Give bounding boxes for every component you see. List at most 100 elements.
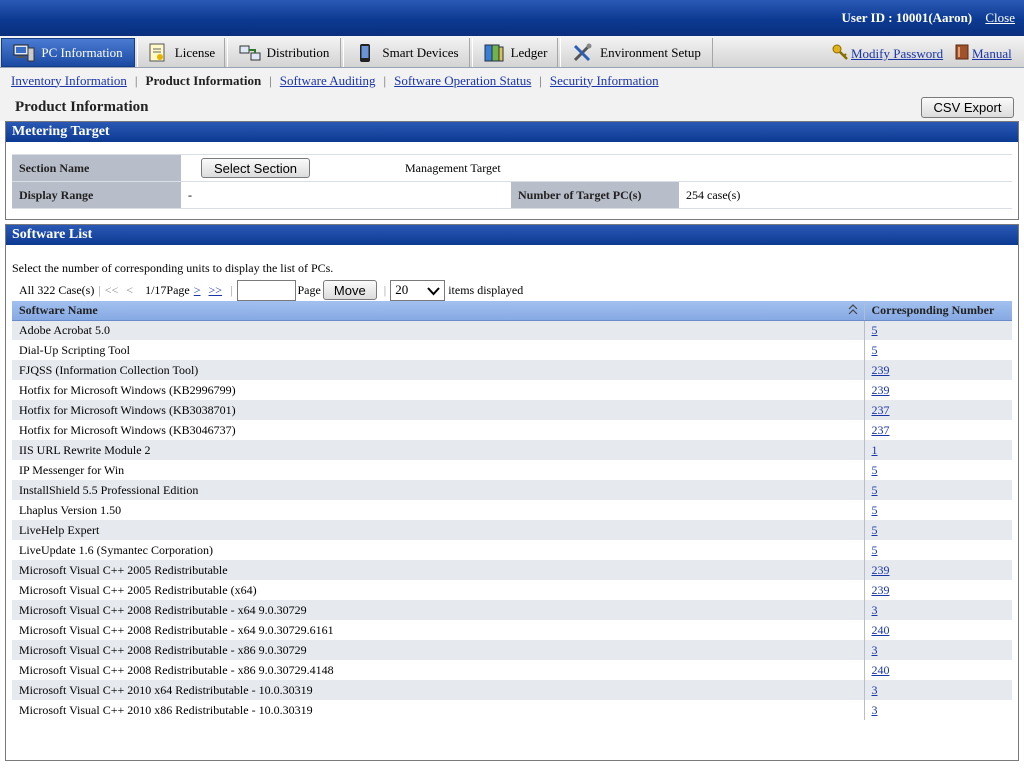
tools-icon <box>572 43 594 63</box>
page-title: Product Information <box>15 99 149 115</box>
software-name-cell: Microsoft Visual C++ 2008 Redistributabl… <box>19 662 334 677</box>
corresponding-number-link[interactable]: 5 <box>872 463 878 477</box>
corresponding-number-link[interactable]: 239 <box>872 563 890 577</box>
software-name-cell: Microsoft Visual C++ 2005 Redistributabl… <box>19 582 257 597</box>
software-list-panel: Software List Select the number of corre… <box>5 224 1019 761</box>
software-name-cell: FJQSS (Information Collection Tool) <box>12 360 864 380</box>
metering-table: Section Name Select Section Management T… <box>12 154 1012 209</box>
sub-navigation: Inventory Information | Product Informat… <box>0 68 1024 93</box>
tab-license[interactable]: License <box>137 38 225 67</box>
software-name-cell: Hotfix for Microsoft Windows (KB2996799) <box>19 382 236 397</box>
user-info: User ID : 10001(Aaron) Close <box>842 10 1015 26</box>
modify-password-link[interactable]: Modify Password <box>851 46 943 62</box>
corresponding-number-link[interactable]: 3 <box>872 683 878 697</box>
smartphone-icon <box>354 43 376 63</box>
tab-smart-devices[interactable]: Smart Devices <box>343 38 470 67</box>
corresponding-number-link[interactable]: 5 <box>872 503 878 517</box>
modify-password-item[interactable]: Modify Password <box>832 44 943 64</box>
table-row: InstallShield 5.5 Professional Edition 5 <box>12 480 1012 500</box>
next-page-link[interactable]: > <box>194 283 201 298</box>
corresponding-number-link[interactable]: 239 <box>872 363 890 377</box>
table-row: Microsoft Visual C++ 2010 x86 Redistribu… <box>12 700 1012 720</box>
tab-label: Ledger <box>510 44 548 60</box>
tab-distribution[interactable]: Distribution <box>227 38 341 67</box>
software-name-cell: Adobe Acrobat 5.0 <box>12 320 864 340</box>
table-row: Microsoft Visual C++ 2010 x64 Redistribu… <box>12 680 1012 700</box>
corresponding-number-link[interactable]: 237 <box>872 403 890 417</box>
tab-pc-information[interactable]: PC Information <box>1 38 135 67</box>
corresponding-number-link[interactable]: 1 <box>872 443 878 457</box>
section-name-label: Section Name <box>12 154 181 182</box>
table-row: Microsoft Visual C++ 2008 Redistributabl… <box>12 620 1012 640</box>
user-id-label: User ID : <box>841 10 893 25</box>
subnav-inventory-information[interactable]: Inventory Information <box>11 73 127 89</box>
column-header-corresponding-number[interactable]: Corresponding Number <box>863 301 1012 321</box>
distribution-icon <box>239 43 261 63</box>
tab-label: License <box>174 44 216 60</box>
book-icon <box>955 44 969 64</box>
tab-ledger[interactable]: Ledger <box>472 38 558 67</box>
table-row: Hotfix for Microsoft Windows (KB3046737)… <box>12 420 1012 440</box>
corresponding-number-link[interactable]: 239 <box>872 383 890 397</box>
corresponding-number-cell: 237 <box>863 420 1012 440</box>
corresponding-number-link[interactable]: 5 <box>872 543 878 557</box>
select-section-button[interactable]: Select Section <box>201 158 310 178</box>
tab-environment-setup[interactable]: Environment Setup <box>560 38 713 67</box>
sort-icon[interactable] <box>848 304 858 320</box>
pager-separator: | <box>98 282 101 297</box>
corresponding-number-link[interactable]: 240 <box>872 663 890 677</box>
corresponding-number-cell: 3 <box>863 680 1012 700</box>
corresponding-number-link[interactable]: 3 <box>872 643 878 657</box>
close-link[interactable]: Close <box>985 10 1015 25</box>
prev-page-control: < <box>126 282 134 297</box>
corresponding-number-link[interactable]: 5 <box>872 483 878 497</box>
software-name-cell: LiveUpdate 1.6 (Symantec Corporation) <box>19 542 213 557</box>
corresponding-number-link[interactable]: 239 <box>872 583 890 597</box>
subnav-product-information: Product Information <box>145 72 262 88</box>
subnav-software-auditing[interactable]: Software Auditing <box>280 73 376 89</box>
software-name-cell: LiveHelp Expert <box>12 520 864 540</box>
items-per-page-select[interactable]: 20 <box>390 279 446 301</box>
corresponding-number-cell: 240 <box>863 660 1012 680</box>
corresponding-number-link[interactable]: 5 <box>872 343 878 357</box>
subnav-security-information[interactable]: Security Information <box>550 73 659 89</box>
pager-separator: | <box>230 282 233 297</box>
corresponding-number-link[interactable]: 240 <box>872 623 890 637</box>
target-pcs-label: Number of Target PC(s) <box>511 181 679 209</box>
corresponding-number-cell: 5 <box>863 340 1012 360</box>
last-page-link[interactable]: >> <box>209 283 223 298</box>
page-number-input[interactable] <box>237 279 297 301</box>
corresponding-number-link[interactable]: 3 <box>872 703 878 717</box>
software-name-cell: Hotfix for Microsoft Windows (KB3038701) <box>12 400 864 420</box>
software-name-cell: Microsoft Visual C++ 2010 x64 Redistribu… <box>12 680 864 700</box>
pager: All 322 Case(s) | << < 1/17Page > >> | P… <box>19 279 523 301</box>
manual-link[interactable]: Manual <box>972 46 1012 62</box>
instruction-text: Select the number of corresponding units… <box>12 261 334 275</box>
column-header-software-name[interactable]: Software Name <box>12 301 864 321</box>
corresponding-number-cell: 1 <box>863 440 1012 460</box>
software-name-cell: IP Messenger for Win <box>19 462 125 477</box>
corresponding-number-cell: 5 <box>863 460 1012 480</box>
table-row: Microsoft Visual C++ 2008 Redistributabl… <box>12 640 1012 660</box>
metering-target-panel: Metering Target Section Name Select Sect… <box>5 121 1019 220</box>
subnav-separator: | <box>269 72 272 88</box>
manual-item[interactable]: Manual <box>955 44 1012 64</box>
software-table: Software Name Corresponding Number Adobe… <box>12 301 1012 720</box>
chevron-down-icon <box>427 285 440 301</box>
corresponding-number-cell: 240 <box>863 620 1012 640</box>
corresponding-number-link[interactable]: 237 <box>872 423 890 437</box>
table-row: LiveHelp Expert 5 <box>12 520 1012 540</box>
corresponding-number-link[interactable]: 3 <box>872 603 878 617</box>
first-page-control: << <box>104 282 119 297</box>
corresponding-number-link[interactable]: 5 <box>872 523 878 537</box>
corresponding-number-cell: 5 <box>863 540 1012 560</box>
csv-export-button[interactable]: CSV Export <box>921 97 1014 118</box>
tab-label: Distribution <box>266 44 330 60</box>
software-name-cell: Microsoft Visual C++ 2010 x86 Redistribu… <box>19 702 313 717</box>
tab-label: Smart Devices <box>382 44 459 60</box>
key-icon <box>832 44 849 64</box>
corresponding-number-link[interactable]: 5 <box>872 323 878 337</box>
corresponding-number-cell: 237 <box>863 400 1012 420</box>
move-button[interactable]: Move <box>322 280 377 300</box>
subnav-software-operation-status[interactable]: Software Operation Status <box>394 73 531 89</box>
